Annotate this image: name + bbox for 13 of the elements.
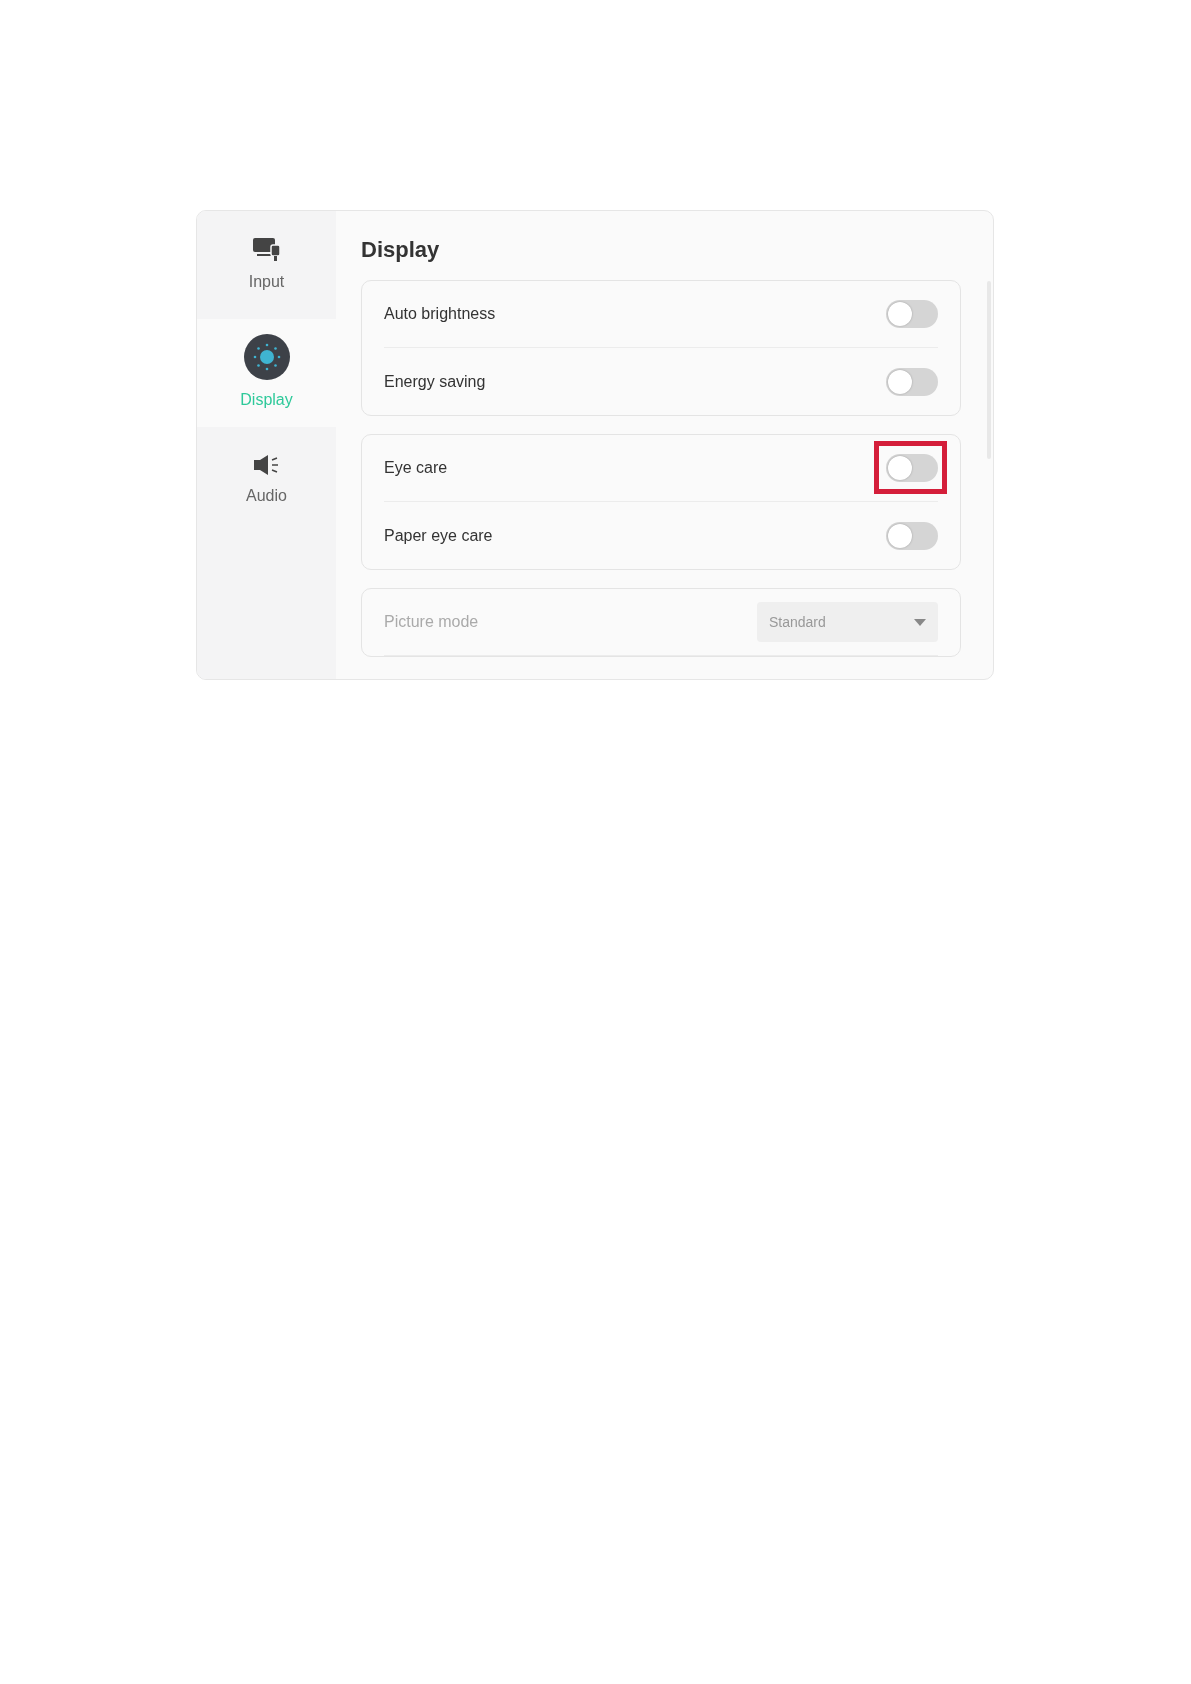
setting-label: Paper eye care (384, 525, 493, 546)
setting-label: Picture mode (384, 612, 479, 632)
toggle-switch[interactable] (886, 454, 938, 482)
setting-label: Eye care (384, 458, 448, 478)
toggle-switch[interactable] (886, 300, 938, 328)
toggle-switch[interactable] (886, 521, 938, 550)
caret-icon (914, 618, 926, 626)
setting-label: Auto brightness (384, 304, 496, 324)
page-title: Display (361, 236, 441, 264)
monitor-plug-icon (251, 236, 282, 262)
setting-label: Energy saving (384, 371, 486, 392)
toggle-switch[interactable] (886, 367, 938, 396)
brightness-icon (243, 334, 290, 380)
